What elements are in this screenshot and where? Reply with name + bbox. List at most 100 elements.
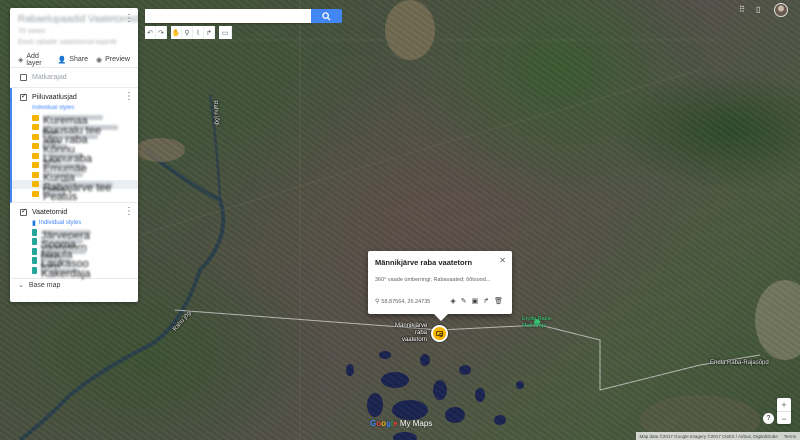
layer-checkbox[interactable] <box>20 207 27 216</box>
style-paint-icon[interactable]: ◈ <box>450 297 455 305</box>
folder-icon <box>32 190 39 197</box>
terms-link[interactable]: Terms <box>784 434 796 439</box>
attribution-text: Map data ©2017 Google Imagery ©2017 CNES… <box>639 433 778 439</box>
folder-icon <box>32 171 39 178</box>
chevron-down-icon: ⌄ <box>18 282 24 289</box>
list-item[interactable]: Linnuraba <box>12 151 138 165</box>
google-my-maps-logo: Google My Maps <box>370 419 433 428</box>
map-description[interactable]: Eesti rabade vaatetornid kaardil <box>18 39 130 46</box>
track <box>139 69 701 236</box>
road-label[interactable]: Endla Raba-Rajasõpd <box>710 360 769 366</box>
sand-patch <box>135 138 185 162</box>
preview-button[interactable]: ◉ Preview <box>96 56 130 64</box>
map-views: 70 views <box>18 28 46 35</box>
ruler-icon[interactable]: ▭ <box>219 26 232 39</box>
tower-icon <box>32 247 37 255</box>
paint-icon: ▮ <box>32 219 36 227</box>
poi-label[interactable]: Endla Raba-Matkaraja <box>522 316 560 329</box>
zoom-control: + − <box>777 398 791 424</box>
help-button[interactable]: ? <box>763 413 774 424</box>
map-toolbar: ↶ ↷ ✋ ⚲ ⌇ ↱ ▭ <box>145 26 240 39</box>
poi-dot <box>534 319 540 325</box>
individual-styles-link[interactable]: Individual styles <box>12 103 138 113</box>
delete-icon[interactable]: 🗑 <box>494 297 503 305</box>
hiking-route <box>174 309 761 391</box>
search-button[interactable] <box>311 9 342 23</box>
tower-icon <box>32 228 37 236</box>
layer-options-icon[interactable]: ⋮ <box>124 92 134 102</box>
apps-grid-icon[interactable]: ⠿ <box>739 5 745 14</box>
layer-piiluvaatlusjad[interactable]: Piiluvaatlusjad ⋮ Individual styles Kure… <box>10 88 138 203</box>
tower-icon <box>32 257 37 265</box>
hand-icon[interactable]: ✋ <box>171 26 182 39</box>
share-button[interactable]: 👤 Share <box>58 56 88 64</box>
more-options-icon[interactable]: ⋮ <box>124 14 134 24</box>
layer-checkbox[interactable] <box>20 92 27 101</box>
map-title[interactable]: Rabaelupaadid Vaatetornid <box>18 14 138 25</box>
zoom-in-button[interactable]: + <box>777 398 791 411</box>
map-attribution: Map data ©2017 Google Imagery ©2017 CNES… <box>635 432 800 440</box>
redo-icon[interactable]: ↷ <box>156 26 167 39</box>
folder-icon <box>32 124 39 131</box>
directions-icon[interactable]: ↱ <box>483 297 489 305</box>
info-window: Männikjärve raba vaatetorn ✕ 360° vaade … <box>368 251 512 321</box>
add-layer-button[interactable]: ◈ Add layer <box>18 53 50 67</box>
river-label: Rahu jõgi <box>211 100 220 126</box>
field <box>755 280 800 360</box>
map-header: Rabaelupaadid Vaatetornid 70 views Eesti… <box>10 8 138 52</box>
folder-icon <box>32 133 39 140</box>
folder-icon <box>32 152 39 159</box>
layer-name: Piiluvaatlusjad <box>32 94 77 101</box>
draw-line-icon[interactable]: ⌇ <box>193 26 204 39</box>
tower-marker[interactable] <box>431 325 448 342</box>
folder-icon <box>32 162 39 169</box>
add-marker-icon[interactable]: ⚲ <box>182 26 193 39</box>
camera-icon <box>436 331 443 337</box>
share-icon: 👤 <box>57 56 67 64</box>
layer-options-icon[interactable]: ⋮ <box>124 206 134 217</box>
list-item[interactable]: Sooma torn <box>12 237 138 263</box>
stream <box>208 94 222 201</box>
folder-icon <box>32 114 39 121</box>
eye-icon: ◉ <box>95 56 103 64</box>
search-input[interactable] <box>145 9 311 23</box>
tower-icon <box>32 266 37 274</box>
info-toolbar: ◈ ✎ ▣ ↱ 🗑 <box>450 297 503 305</box>
base-map-toggle[interactable]: ⌄ Base map <box>10 279 138 291</box>
list-item[interactable]: Kurgja raba <box>12 170 138 196</box>
add-layer-icon: ◈ <box>18 56 24 64</box>
close-icon[interactable]: ✕ <box>499 256 506 265</box>
edit-pencil-icon[interactable]: ✎ <box>461 297 467 305</box>
list-item[interactable]: Peatus <box>12 189 138 203</box>
search-icon <box>322 11 331 21</box>
directions-icon[interactable]: ↱ <box>204 26 215 39</box>
marker-label[interactable]: Männikjärve raba vaatetorn <box>395 323 427 344</box>
location-pin-icon: ⚲ <box>375 299 380 305</box>
clearing <box>385 0 435 60</box>
list-item[interactable]: Kuremaa tee <box>12 113 138 139</box>
list-item[interactable]: Järvepera vaatetorn <box>12 228 138 254</box>
list-item[interactable]: Viru raba <box>12 132 138 146</box>
notifications-icon[interactable]: ▯ <box>756 5 760 14</box>
info-description: 360° vaade ümberringi; Rabavaated; õõtso… <box>375 277 491 283</box>
layer-name: Matkarajad <box>32 74 67 81</box>
zoom-out-button[interactable]: − <box>777 412 791 425</box>
layer-vaatetornid[interactable]: Vaatetornid ⋮ ▮Individual styles Järvepe… <box>10 203 138 280</box>
panel-actions: ◈ Add layer 👤 Share ◉ Preview <box>10 52 138 68</box>
tower-icon <box>32 238 37 246</box>
list-item-selected[interactable]: Rabajärve tee <box>12 179 138 194</box>
undo-icon[interactable]: ↶ <box>145 26 156 39</box>
layer-checkbox[interactable] <box>20 74 27 81</box>
folder-icon <box>32 181 39 188</box>
info-coordinates: ⚲ 58.87564, 26.24735 <box>375 298 431 306</box>
layer-matkarajad[interactable]: Matkarajad <box>10 68 138 88</box>
info-title: Männikjärve raba vaatetorn <box>375 258 473 267</box>
camera-icon[interactable]: ▣ <box>472 297 479 305</box>
folder-icon <box>32 143 39 150</box>
legend-panel: Rabaelupaadid Vaatetornid 70 views Eesti… <box>10 8 138 302</box>
avatar[interactable] <box>774 3 788 17</box>
individual-styles-link[interactable]: ▮ Individual styles <box>12 218 138 228</box>
list-item[interactable]: Laukasoo <box>12 256 138 270</box>
river-label: Rahu jõgi <box>172 309 194 333</box>
layer-name: Vaatetornid <box>32 208 68 216</box>
